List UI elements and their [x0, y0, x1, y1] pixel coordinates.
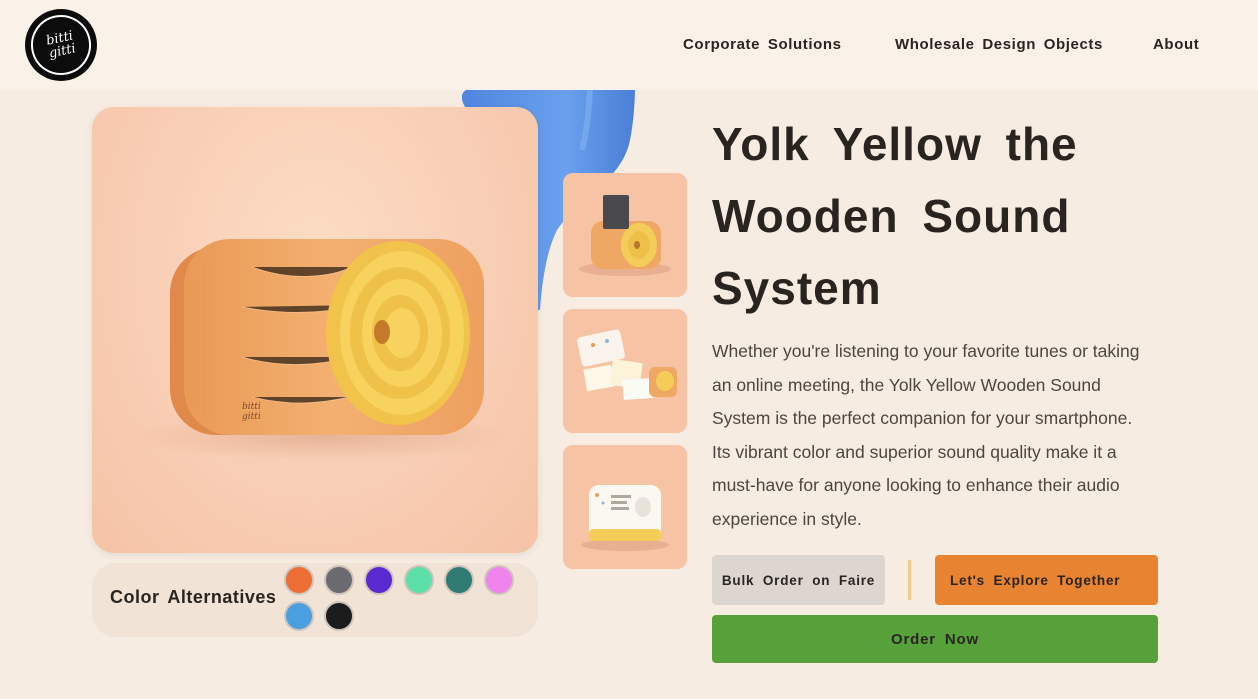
product-title: Yolk Yellow the Wooden Sound System	[712, 118, 1078, 314]
color-swatch-purple[interactable]	[364, 565, 394, 595]
color-swatch-black[interactable]	[324, 601, 354, 631]
main-product-photo: bitti gitti	[92, 107, 538, 553]
speaker-engraving: bitti	[242, 402, 261, 412]
bulk-order-faire-button[interactable]: Bulk Order on Faire	[712, 555, 885, 605]
color-swatch-pink[interactable]	[484, 565, 514, 595]
header: bitti gitti Corporate Solutions Wholesal…	[0, 0, 1258, 90]
product-description: Whether you're listening to your favorit…	[712, 341, 1140, 529]
color-swatch-teal[interactable]	[444, 565, 474, 595]
thumbnail-packaging-set[interactable]	[563, 309, 687, 433]
color-alternatives-label: Color Alternatives	[110, 587, 277, 607]
button-divider	[908, 560, 911, 600]
order-now-button[interactable]: Order Now	[712, 615, 1158, 663]
wooden-speaker-image: bitti gitti	[132, 239, 512, 461]
color-swatch-mint[interactable]	[404, 565, 434, 595]
nav-corporate-solutions[interactable]: Corporate Solutions	[683, 36, 842, 53]
nav-about[interactable]: About	[1153, 36, 1199, 53]
logo-mark: bitti gitti	[25, 9, 97, 81]
nav-wholesale-design-objects[interactable]: Wholesale Design Objects	[895, 36, 1103, 53]
color-swatch-orange[interactable]	[284, 565, 314, 595]
explore-together-button[interactable]: Let's Explore Together	[935, 555, 1158, 605]
thumbnail-speaker-with-phone[interactable]	[563, 173, 687, 297]
color-alternatives-panel: Color Alternatives	[92, 563, 538, 637]
thumbnail-box[interactable]	[563, 445, 687, 569]
color-swatch-blue[interactable]	[284, 601, 314, 631]
brand-logo[interactable]: bitti gitti	[25, 9, 97, 81]
svg-text:gitti: gitti	[242, 412, 261, 422]
logo-line-2: gitti	[47, 41, 78, 62]
color-swatch-gray[interactable]	[324, 565, 354, 595]
